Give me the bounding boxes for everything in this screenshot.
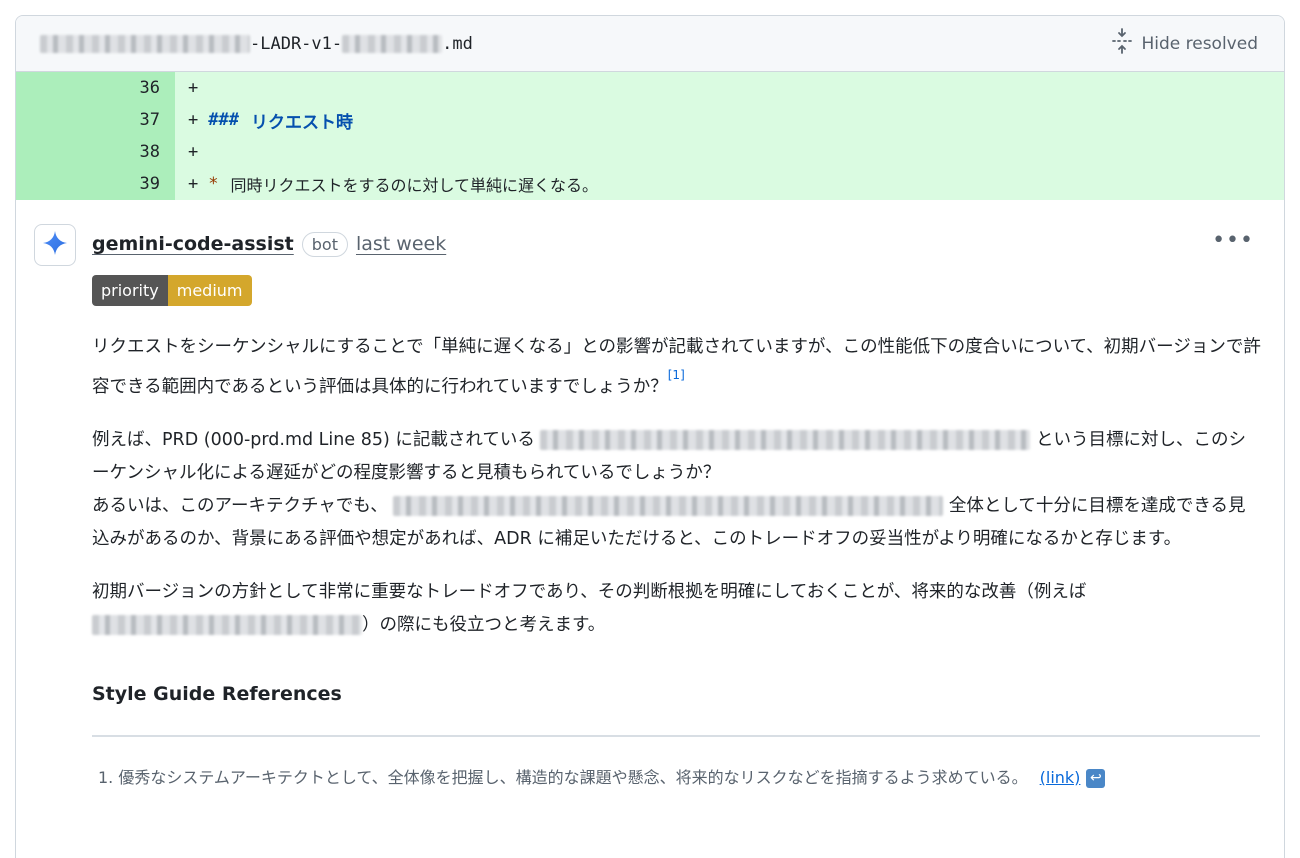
redacted-text [92,614,362,635]
comment-body: リクエストをシーケンシャルにすることで「単純に遅くなる」との影響が記載されていま… [92,331,1262,795]
paragraph-text: 初期バージョンの方針として非常に重要なトレードオフであり、その判断根拠を明確にし… [92,581,1087,602]
line-number[interactable]: 36 [16,72,175,104]
line-number[interactable]: 38 [16,136,175,168]
return-arrow-icon[interactable]: ↩ [1086,768,1106,788]
review-thread-card: -LADR-v1- .md Hide resolved 36 + 37 + ##… [15,15,1285,858]
paragraph-text: あるいは、このアーキテクチャでも、 [92,495,388,516]
review-comment: gemini-code-assist bot last week ••• pri… [16,200,1284,795]
diff-line[interactable]: 36 + [16,72,1284,104]
hide-resolved-button[interactable]: Hide resolved [1111,28,1258,59]
comment-paragraph: リクエストをシーケンシャルにすることで「単純に遅くなる」との影響が記載されていま… [92,331,1262,404]
paragraph-text: ）の際にも役立つと考えます。 [362,614,606,635]
hide-resolved-label: Hide resolved [1141,33,1258,54]
paragraph-text: 例えば、PRD (000-prd.md Line 85) に記載されている [92,429,535,450]
redacted-text [540,429,1031,450]
reference-link[interactable]: (link) [1040,768,1081,787]
gemini-sparkle-icon [42,230,68,260]
author-link[interactable]: gemini-code-assist [92,233,294,255]
footnote-list: 1. 優秀なシステムアーキテクトとして、全体像を把握し、構造的な課題や懸念、将来… [92,761,1262,795]
diff-line[interactable]: 39 + * 同時リクエストをするのに対して単純に遅くなる。 [16,168,1284,200]
file-header: -LADR-v1- .md Hide resolved [16,16,1284,72]
kebab-menu-icon[interactable]: ••• [1212,228,1254,253]
diff-plus: + [188,110,199,130]
diff-plus: + [188,78,199,98]
fold-icon [1111,28,1133,59]
diff-plus: + [188,174,199,194]
diff-line[interactable]: 37 + ### リクエスト時 [16,104,1284,136]
markdown-heading-text: リクエスト時 [250,112,353,133]
markdown-bullet: * [208,174,219,194]
diff-plus: + [188,142,199,162]
style-guide-heading: Style Guide References [92,682,342,705]
priority-key: priority [92,275,168,306]
footnote-text: 1. 優秀なシステムアーキテクトとして、全体像を把握し、構造的な課題や懸念、将来… [98,767,1028,787]
timestamp-link[interactable]: last week [356,233,446,255]
footnote-link[interactable]: [1] [668,368,685,382]
diff-line-text: 同時リクエストをするのに対して単純に遅くなる。 [230,176,599,195]
file-path-ext: .md [442,33,473,54]
diff-hunk: 36 + 37 + ### リクエスト時 38 + 39 + * 同時リクエスト… [16,72,1284,200]
comment-paragraph: 例えば、PRD (000-prd.md Line 85) に記載されている とい… [92,424,1262,556]
redacted-path-suffix [342,34,443,53]
file-path-middle: -LADR-v1- [250,33,343,54]
list-item: 1. 優秀なシステムアーキテクトとして、全体像を把握し、構造的な課題や懸念、将来… [98,761,1262,795]
diff-line[interactable]: 38 + [16,136,1284,168]
redacted-text [393,495,944,516]
markdown-heading-marker: ### [208,110,239,130]
comment-paragraph: 初期バージョンの方針として非常に重要なトレードオフであり、その判断根拠を明確にし… [92,576,1262,642]
comment-header: gemini-code-assist bot last week [92,224,1260,264]
redacted-path-prefix [40,34,250,53]
line-number[interactable]: 39 [16,168,175,200]
bot-badge: bot [301,231,348,257]
priority-value: medium [167,275,252,306]
avatar[interactable] [34,224,76,266]
priority-badge: priority medium [92,275,252,306]
file-path[interactable]: -LADR-v1- .md [40,34,473,54]
divider [92,734,1260,737]
line-number[interactable]: 37 [16,104,175,136]
